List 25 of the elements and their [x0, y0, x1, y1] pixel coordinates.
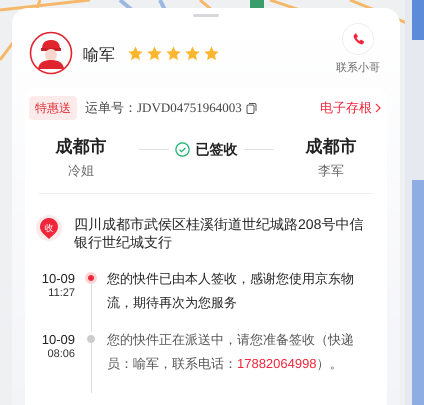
courier-name: 喻军 — [83, 46, 115, 66]
event-time: 11:27 — [48, 286, 75, 300]
receipt-link[interactable]: 电子存根 — [320, 98, 381, 118]
event-time: 08:06 — [47, 346, 75, 360]
drag-handle[interactable] — [193, 14, 219, 17]
check-circle-icon — [174, 142, 190, 156]
service-badge: 特惠送 — [29, 96, 77, 120]
event-description: 您的快件正在派送中，请您准备签收（快递员：喻军，联系电话：17882064998）。 — [107, 330, 355, 372]
copy-icon[interactable] — [246, 102, 257, 114]
event-date: 10-09 — [42, 270, 75, 286]
recipient-name: 李军 — [318, 162, 344, 180]
event-description: 您的快件已由本人签收，感谢您使用京东物流，期待再次为您服务 — [107, 270, 355, 312]
origin-city: 成都市 — [56, 136, 106, 158]
waybill-number: 运单号：JDVD04751964003 — [85, 98, 242, 117]
phone-icon — [350, 32, 366, 46]
event-date: 10-09 — [42, 332, 75, 346]
courier-avatar-icon — [29, 31, 73, 75]
destination-city: 成都市 — [306, 136, 356, 158]
chevron-right-icon — [375, 102, 381, 112]
sender-name: 冷姐 — [68, 162, 94, 180]
contact-courier-label[interactable]: 联系小哥 — [336, 60, 380, 76]
phone-link[interactable]: 17882064998 — [237, 356, 317, 370]
delivery-status: 已签收 — [196, 140, 238, 158]
delivery-address: 四川成都市武侯区桂溪街道世纪城路208号中信银行世纪城支行 — [74, 214, 364, 250]
call-button[interactable] — [342, 23, 374, 55]
